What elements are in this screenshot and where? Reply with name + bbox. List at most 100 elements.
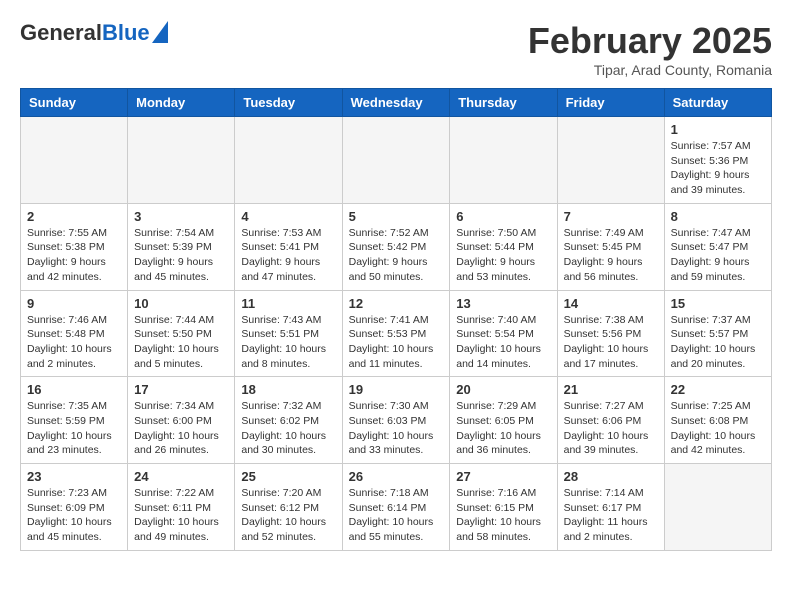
day-number: 20 <box>456 382 550 397</box>
logo: General Blue <box>20 20 168 46</box>
calendar-week-1: 1 Sunrise: 7:57 AM Sunset: 5:36 PM Daylig… <box>21 117 772 204</box>
calendar-cell: 28 Sunrise: 7:14 AM Sunset: 6:17 PM Dayli… <box>557 464 664 551</box>
day-info: Sunrise: 7:18 AM Sunset: 6:14 PM Dayligh… <box>349 486 444 545</box>
day-number: 21 <box>564 382 658 397</box>
day-info: Sunrise: 7:25 AM Sunset: 6:08 PM Dayligh… <box>671 399 765 458</box>
day-info: Sunrise: 7:38 AM Sunset: 5:56 PM Dayligh… <box>564 313 658 372</box>
calendar-cell: 15 Sunrise: 7:37 AM Sunset: 5:57 PM Dayli… <box>664 290 771 377</box>
day-info: Sunrise: 7:32 AM Sunset: 6:02 PM Dayligh… <box>241 399 335 458</box>
calendar-cell: 19Sunrise: 7:30 AM Sunset: 6:03 PM Dayli… <box>342 377 450 464</box>
calendar-cell: 4 Sunrise: 7:53 AM Sunset: 5:41 PM Daylig… <box>235 203 342 290</box>
calendar-cell: 7 Sunrise: 7:49 AM Sunset: 5:45 PM Daylig… <box>557 203 664 290</box>
calendar-cell <box>450 117 557 204</box>
calendar-cell: 26 Sunrise: 7:18 AM Sunset: 6:14 PM Dayli… <box>342 464 450 551</box>
day-number: 14 <box>564 296 658 311</box>
day-info: Sunrise: 7:34 AM Sunset: 6:00 PM Dayligh… <box>134 399 228 458</box>
calendar-cell: 23 Sunrise: 7:23 AM Sunset: 6:09 PM Dayli… <box>21 464 128 551</box>
calendar-week-2: 2Sunrise: 7:55 AM Sunset: 5:38 PM Daylig… <box>21 203 772 290</box>
weekday-header-sunday: Sunday <box>21 89 128 117</box>
calendar-cell: 22 Sunrise: 7:25 AM Sunset: 6:08 PM Dayli… <box>664 377 771 464</box>
day-number: 12 <box>349 296 444 311</box>
day-number: 7 <box>564 209 658 224</box>
calendar-week-5: 23 Sunrise: 7:23 AM Sunset: 6:09 PM Dayli… <box>21 464 772 551</box>
weekday-header-thursday: Thursday <box>450 89 557 117</box>
day-number: 11 <box>241 296 335 311</box>
calendar-cell: 24 Sunrise: 7:22 AM Sunset: 6:11 PM Dayli… <box>128 464 235 551</box>
day-info: Sunrise: 7:22 AM Sunset: 6:11 PM Dayligh… <box>134 486 228 545</box>
weekday-header-monday: Monday <box>128 89 235 117</box>
calendar-cell: 18 Sunrise: 7:32 AM Sunset: 6:02 PM Dayli… <box>235 377 342 464</box>
calendar-cell: 17 Sunrise: 7:34 AM Sunset: 6:00 PM Dayli… <box>128 377 235 464</box>
day-info: Sunrise: 7:35 AM Sunset: 5:59 PM Dayligh… <box>27 399 121 458</box>
day-info: Sunrise: 7:16 AM Sunset: 6:15 PM Dayligh… <box>456 486 550 545</box>
day-number: 23 <box>27 469 121 484</box>
weekday-header-tuesday: Tuesday <box>235 89 342 117</box>
day-info: Sunrise: 7:41 AM Sunset: 5:53 PM Dayligh… <box>349 313 444 372</box>
day-info: Sunrise: 7:54 AM Sunset: 5:39 PM Dayligh… <box>134 226 228 285</box>
weekday-header-saturday: Saturday <box>664 89 771 117</box>
day-info: Sunrise: 7:53 AM Sunset: 5:41 PM Dayligh… <box>241 226 335 285</box>
day-number: 1 <box>671 122 765 137</box>
day-number: 28 <box>564 469 658 484</box>
calendar-cell: 8 Sunrise: 7:47 AM Sunset: 5:47 PM Daylig… <box>664 203 771 290</box>
calendar-cell: 10 Sunrise: 7:44 AM Sunset: 5:50 PM Dayli… <box>128 290 235 377</box>
calendar-cell <box>128 117 235 204</box>
day-number: 16 <box>27 382 121 397</box>
calendar-cell <box>342 117 450 204</box>
day-info: Sunrise: 7:40 AM Sunset: 5:54 PM Dayligh… <box>456 313 550 372</box>
day-number: 22 <box>671 382 765 397</box>
day-info: Sunrise: 7:49 AM Sunset: 5:45 PM Dayligh… <box>564 226 658 285</box>
calendar-cell <box>557 117 664 204</box>
day-number: 9 <box>27 296 121 311</box>
day-number: 6 <box>456 209 550 224</box>
calendar-cell: 16 Sunrise: 7:35 AM Sunset: 5:59 PM Dayli… <box>21 377 128 464</box>
day-number: 27 <box>456 469 550 484</box>
calendar-table: SundayMondayTuesdayWednesdayThursdayFrid… <box>20 88 772 551</box>
day-number: 13 <box>456 296 550 311</box>
day-info: Sunrise: 7:47 AM Sunset: 5:47 PM Dayligh… <box>671 226 765 285</box>
title-block: February 2025 Tipar, Arad County, Romani… <box>528 20 772 78</box>
day-info: Sunrise: 7:57 AM Sunset: 5:36 PM Dayligh… <box>671 139 765 198</box>
page-header: General Blue February 2025 Tipar, Arad C… <box>20 20 772 78</box>
day-info: Sunrise: 7:20 AM Sunset: 6:12 PM Dayligh… <box>241 486 335 545</box>
logo-triangle-icon <box>152 21 168 43</box>
day-number: 4 <box>241 209 335 224</box>
day-number: 17 <box>134 382 228 397</box>
logo-blue: Blue <box>102 20 150 46</box>
calendar-cell: 11Sunrise: 7:43 AM Sunset: 5:51 PM Dayli… <box>235 290 342 377</box>
calendar-cell: 21 Sunrise: 7:27 AM Sunset: 6:06 PM Dayli… <box>557 377 664 464</box>
calendar-week-4: 16 Sunrise: 7:35 AM Sunset: 5:59 PM Dayli… <box>21 377 772 464</box>
day-number: 26 <box>349 469 444 484</box>
day-number: 18 <box>241 382 335 397</box>
day-info: Sunrise: 7:55 AM Sunset: 5:38 PM Dayligh… <box>27 226 121 285</box>
day-info: Sunrise: 7:50 AM Sunset: 5:44 PM Dayligh… <box>456 226 550 285</box>
logo-general: General <box>20 20 102 46</box>
day-number: 15 <box>671 296 765 311</box>
calendar-cell <box>21 117 128 204</box>
calendar-header-row: SundayMondayTuesdayWednesdayThursdayFrid… <box>21 89 772 117</box>
day-info: Sunrise: 7:44 AM Sunset: 5:50 PM Dayligh… <box>134 313 228 372</box>
day-number: 24 <box>134 469 228 484</box>
calendar-week-3: 9Sunrise: 7:46 AM Sunset: 5:48 PM Daylig… <box>21 290 772 377</box>
calendar-cell: 12 Sunrise: 7:41 AM Sunset: 5:53 PM Dayli… <box>342 290 450 377</box>
calendar-cell: 2Sunrise: 7:55 AM Sunset: 5:38 PM Daylig… <box>21 203 128 290</box>
calendar-cell: 6 Sunrise: 7:50 AM Sunset: 5:44 PM Daylig… <box>450 203 557 290</box>
location: Tipar, Arad County, Romania <box>528 62 772 78</box>
day-number: 8 <box>671 209 765 224</box>
day-info: Sunrise: 7:30 AM Sunset: 6:03 PM Dayligh… <box>349 399 444 458</box>
calendar-cell: 25Sunrise: 7:20 AM Sunset: 6:12 PM Dayli… <box>235 464 342 551</box>
day-info: Sunrise: 7:29 AM Sunset: 6:05 PM Dayligh… <box>456 399 550 458</box>
calendar-cell: 1 Sunrise: 7:57 AM Sunset: 5:36 PM Daylig… <box>664 117 771 204</box>
calendar-cell: 5Sunrise: 7:52 AM Sunset: 5:42 PM Daylig… <box>342 203 450 290</box>
day-info: Sunrise: 7:14 AM Sunset: 6:17 PM Dayligh… <box>564 486 658 545</box>
calendar-cell: 3Sunrise: 7:54 AM Sunset: 5:39 PM Daylig… <box>128 203 235 290</box>
day-info: Sunrise: 7:37 AM Sunset: 5:57 PM Dayligh… <box>671 313 765 372</box>
calendar-cell <box>235 117 342 204</box>
calendar-cell: 27 Sunrise: 7:16 AM Sunset: 6:15 PM Dayli… <box>450 464 557 551</box>
day-number: 10 <box>134 296 228 311</box>
day-info: Sunrise: 7:27 AM Sunset: 6:06 PM Dayligh… <box>564 399 658 458</box>
weekday-header-wednesday: Wednesday <box>342 89 450 117</box>
day-info: Sunrise: 7:23 AM Sunset: 6:09 PM Dayligh… <box>27 486 121 545</box>
day-info: Sunrise: 7:52 AM Sunset: 5:42 PM Dayligh… <box>349 226 444 285</box>
calendar-cell: 9Sunrise: 7:46 AM Sunset: 5:48 PM Daylig… <box>21 290 128 377</box>
